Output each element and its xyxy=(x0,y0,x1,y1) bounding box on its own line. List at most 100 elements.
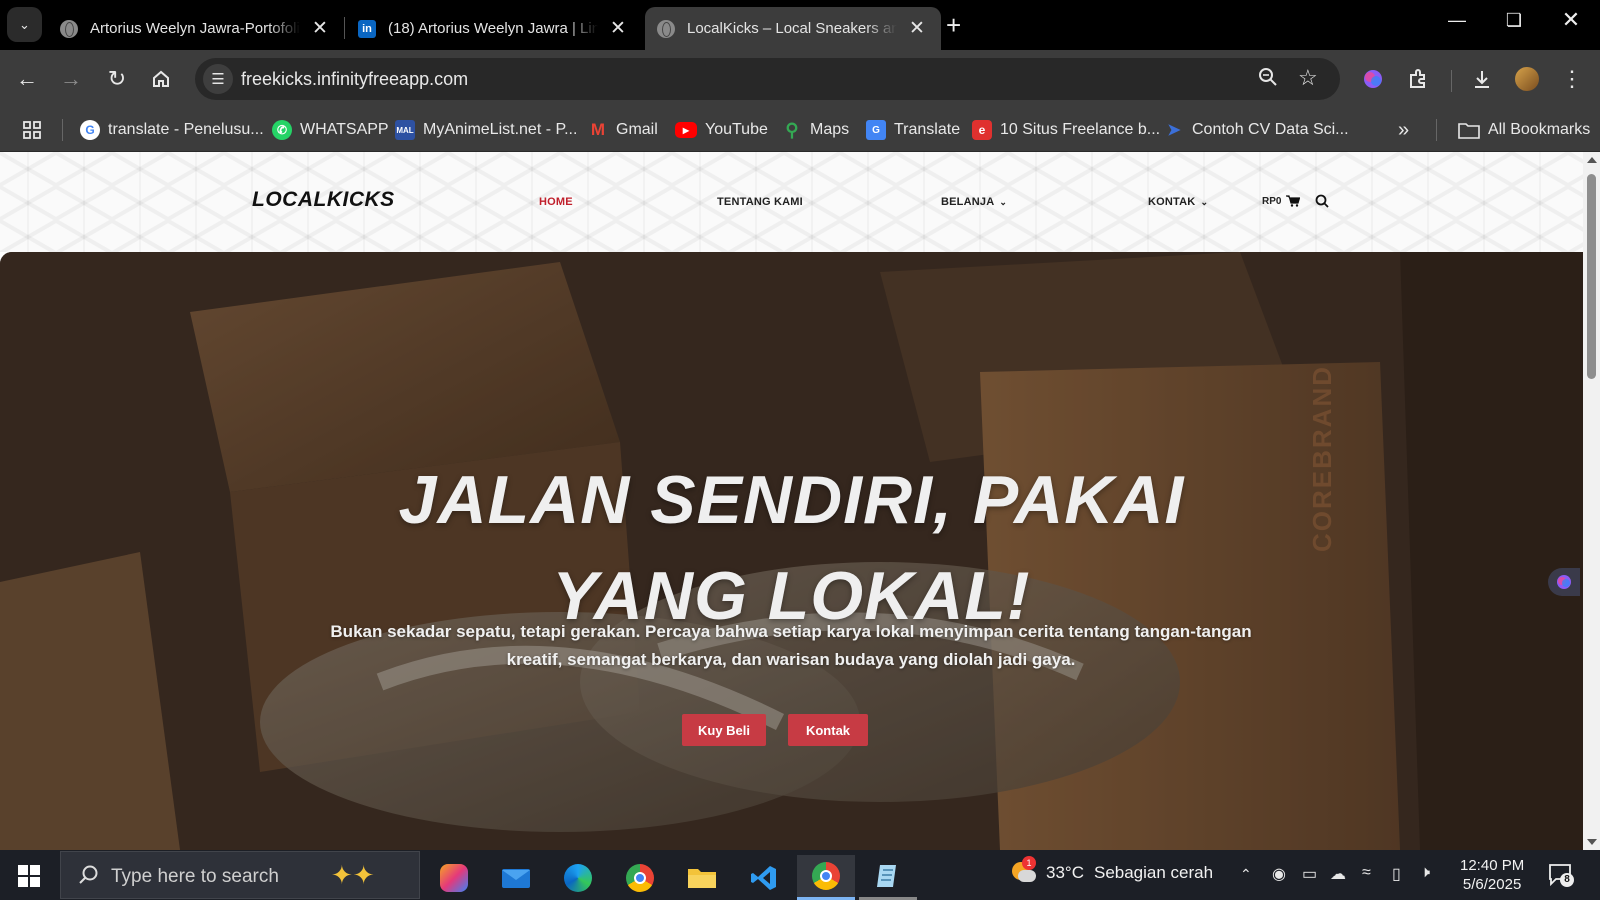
tab-linkedin[interactable]: in (18) Artorius Weelyn Jawra | LinkedIn… xyxy=(346,7,642,50)
taskbar-vscode[interactable] xyxy=(735,855,793,900)
vscode-icon xyxy=(751,865,776,890)
battery-icon[interactable]: ▯ xyxy=(1392,864,1401,884)
bookmark-google-translate[interactable]: G translate - Penelusu... xyxy=(80,116,264,144)
scroll-down-icon[interactable] xyxy=(1587,839,1597,845)
double-chevron-right-icon: » xyxy=(1398,118,1410,141)
bookmark-label: YouTube xyxy=(705,121,768,138)
tab-search-button[interactable]: ⌄ xyxy=(7,7,42,42)
taskbar-copilot[interactable] xyxy=(425,855,483,900)
site-logo[interactable]: LOCALKICKS xyxy=(252,188,395,212)
taskbar-mail[interactable] xyxy=(487,855,545,900)
bookmark-cv-data[interactable]: ➤ Contoh CV Data Sci... xyxy=(1164,116,1348,144)
reload-icon: ↻ xyxy=(107,66,127,91)
nav-contact[interactable]: KONTAK ⌄ xyxy=(1148,196,1208,208)
hero-title: JALAN SENDIRI, PAKAI YANG LOKAL! xyxy=(0,452,1583,644)
star-icon[interactable]: ☆ xyxy=(1298,65,1318,91)
page-scrollbar[interactable] xyxy=(1583,152,1600,850)
buy-button[interactable]: Kuy Beli xyxy=(682,714,766,746)
url-text[interactable]: freekicks.infinityfreeapp.com xyxy=(241,69,468,90)
taskbar-chrome-active[interactable] xyxy=(797,855,855,900)
copilot-icon xyxy=(440,863,468,892)
globe-icon xyxy=(657,19,675,38)
onedrive-icon[interactable]: ☁ xyxy=(1330,864,1346,884)
hero-title-line: JALAN SENDIRI, PAKAI xyxy=(398,462,1185,538)
gemini-icon xyxy=(1557,575,1571,589)
zoom-icon[interactable] xyxy=(1258,67,1278,93)
weather-widget[interactable]: 1 33°C Sebagian cerah xyxy=(1010,856,1214,884)
bookmark-maps[interactable]: ⚲ Maps xyxy=(782,116,849,144)
address-bar[interactable]: ☰ freekicks.infinityfreeapp.com ☆ xyxy=(195,58,1340,100)
cart-button[interactable]: RP0 xyxy=(1262,195,1301,207)
close-icon[interactable]: ✕ xyxy=(909,17,925,40)
nav-shop-label: BELANJA xyxy=(941,196,995,208)
floating-gemini-button[interactable] xyxy=(1548,568,1580,596)
nav-shop[interactable]: BELANJA ⌄ xyxy=(941,196,1007,208)
search-icon xyxy=(1315,194,1329,208)
wifi-icon[interactable]: ≈ xyxy=(1362,864,1371,882)
gemini-icon xyxy=(1364,70,1382,88)
taskbar-file-explorer[interactable] xyxy=(673,855,731,900)
minimize-button[interactable]: — xyxy=(1437,10,1477,31)
scrollbar-thumb[interactable] xyxy=(1587,174,1596,379)
restore-button[interactable]: ❏ xyxy=(1494,10,1534,31)
profile-button[interactable] xyxy=(1512,64,1542,94)
all-bookmarks-label: All Bookmarks xyxy=(1488,121,1591,138)
weather-temp: 33°C xyxy=(1046,863,1084,882)
new-tab-button[interactable]: + xyxy=(946,10,961,41)
all-bookmarks-button[interactable]: All Bookmarks xyxy=(1458,116,1590,144)
home-button[interactable] xyxy=(146,64,176,94)
menu-button[interactable]: ⋮ xyxy=(1557,64,1587,94)
volume-icon[interactable]: 🕨 xyxy=(1420,864,1430,882)
bookmark-gmail[interactable]: M Gmail xyxy=(588,116,658,144)
back-button[interactable]: ← xyxy=(12,64,42,94)
weather-desc: Sebagian cerah xyxy=(1093,863,1214,882)
tray-overflow-chevron-icon[interactable]: ⌃ xyxy=(1240,866,1252,883)
close-icon[interactable]: ✕ xyxy=(312,17,328,40)
whatsapp-icon: ✆ xyxy=(272,120,292,140)
notepad-icon xyxy=(877,865,896,887)
taskbar-search[interactable]: Type here to search ✦✦ xyxy=(60,851,420,899)
partly-sunny-icon: 1 xyxy=(1010,856,1036,884)
bookmarks-divider xyxy=(1436,119,1437,141)
chrome-profile-icon xyxy=(812,862,840,890)
scroll-up-icon[interactable] xyxy=(1587,157,1597,163)
more-bookmarks-button[interactable]: » xyxy=(1398,116,1409,144)
site-info-button[interactable]: ☰ xyxy=(203,64,233,94)
bookmark-translate[interactable]: G Translate xyxy=(866,116,960,144)
taskbar-edge[interactable] xyxy=(549,855,607,900)
bookmark-whatsapp[interactable]: ✆ WHATSAPP xyxy=(272,116,389,144)
apps-button[interactable] xyxy=(22,116,42,144)
close-icon[interactable]: ✕ xyxy=(610,17,626,40)
reload-button[interactable]: ↻ xyxy=(102,64,132,94)
record-icon[interactable]: ◉ xyxy=(1272,864,1286,884)
forward-button[interactable]: → xyxy=(56,64,86,94)
tab-localkicks[interactable]: LocalKicks – Local Sneakers and ✕ xyxy=(645,7,941,50)
mail-icon xyxy=(502,868,530,888)
extensions-button[interactable] xyxy=(1403,64,1433,94)
gemini-extension-button[interactable] xyxy=(1358,64,1388,94)
weather-alert-badge: 1 xyxy=(1022,856,1036,870)
bookmark-youtube[interactable]: ▶ YouTube xyxy=(675,116,768,144)
tab-portfolio[interactable]: Artorius Weelyn Jawra-Portofolio ✕ xyxy=(48,7,344,50)
clock-date: 5/6/2025 xyxy=(1462,876,1522,893)
bookmark-myanimelist[interactable]: MAL MyAnimeList.net - P... xyxy=(395,116,577,144)
chevron-down-icon: ⌄ xyxy=(999,197,1008,207)
device-icon[interactable]: ▭ xyxy=(1302,864,1317,884)
google-icon: G xyxy=(80,120,100,140)
taskbar-chrome[interactable] xyxy=(611,855,669,900)
nav-about[interactable]: TENTANG KAMI xyxy=(717,196,803,208)
puzzle-icon xyxy=(1410,69,1425,88)
bookmark-freelance[interactable]: e 10 Situs Freelance b... xyxy=(972,116,1160,144)
downloads-button[interactable] xyxy=(1467,64,1497,94)
nav-home[interactable]: HOME xyxy=(539,196,573,208)
start-button[interactable] xyxy=(18,865,40,887)
site-search-button[interactable] xyxy=(1315,194,1329,213)
contact-button[interactable]: Kontak xyxy=(788,714,868,746)
taskbar-notepad[interactable] xyxy=(859,855,917,900)
notification-center-button[interactable]: 8 xyxy=(1548,863,1574,892)
hero-subtitle-line: Bukan sekadar sepatu, tetapi gerakan. Pe… xyxy=(330,622,1252,641)
window-close-button[interactable]: ✕ xyxy=(1551,7,1591,33)
search-icon xyxy=(79,865,98,884)
windows-taskbar: Type here to search ✦✦ 1 33°C Sebagian c… xyxy=(0,850,1600,900)
system-clock[interactable]: 12:40 PM 5/6/2025 xyxy=(1460,856,1524,894)
